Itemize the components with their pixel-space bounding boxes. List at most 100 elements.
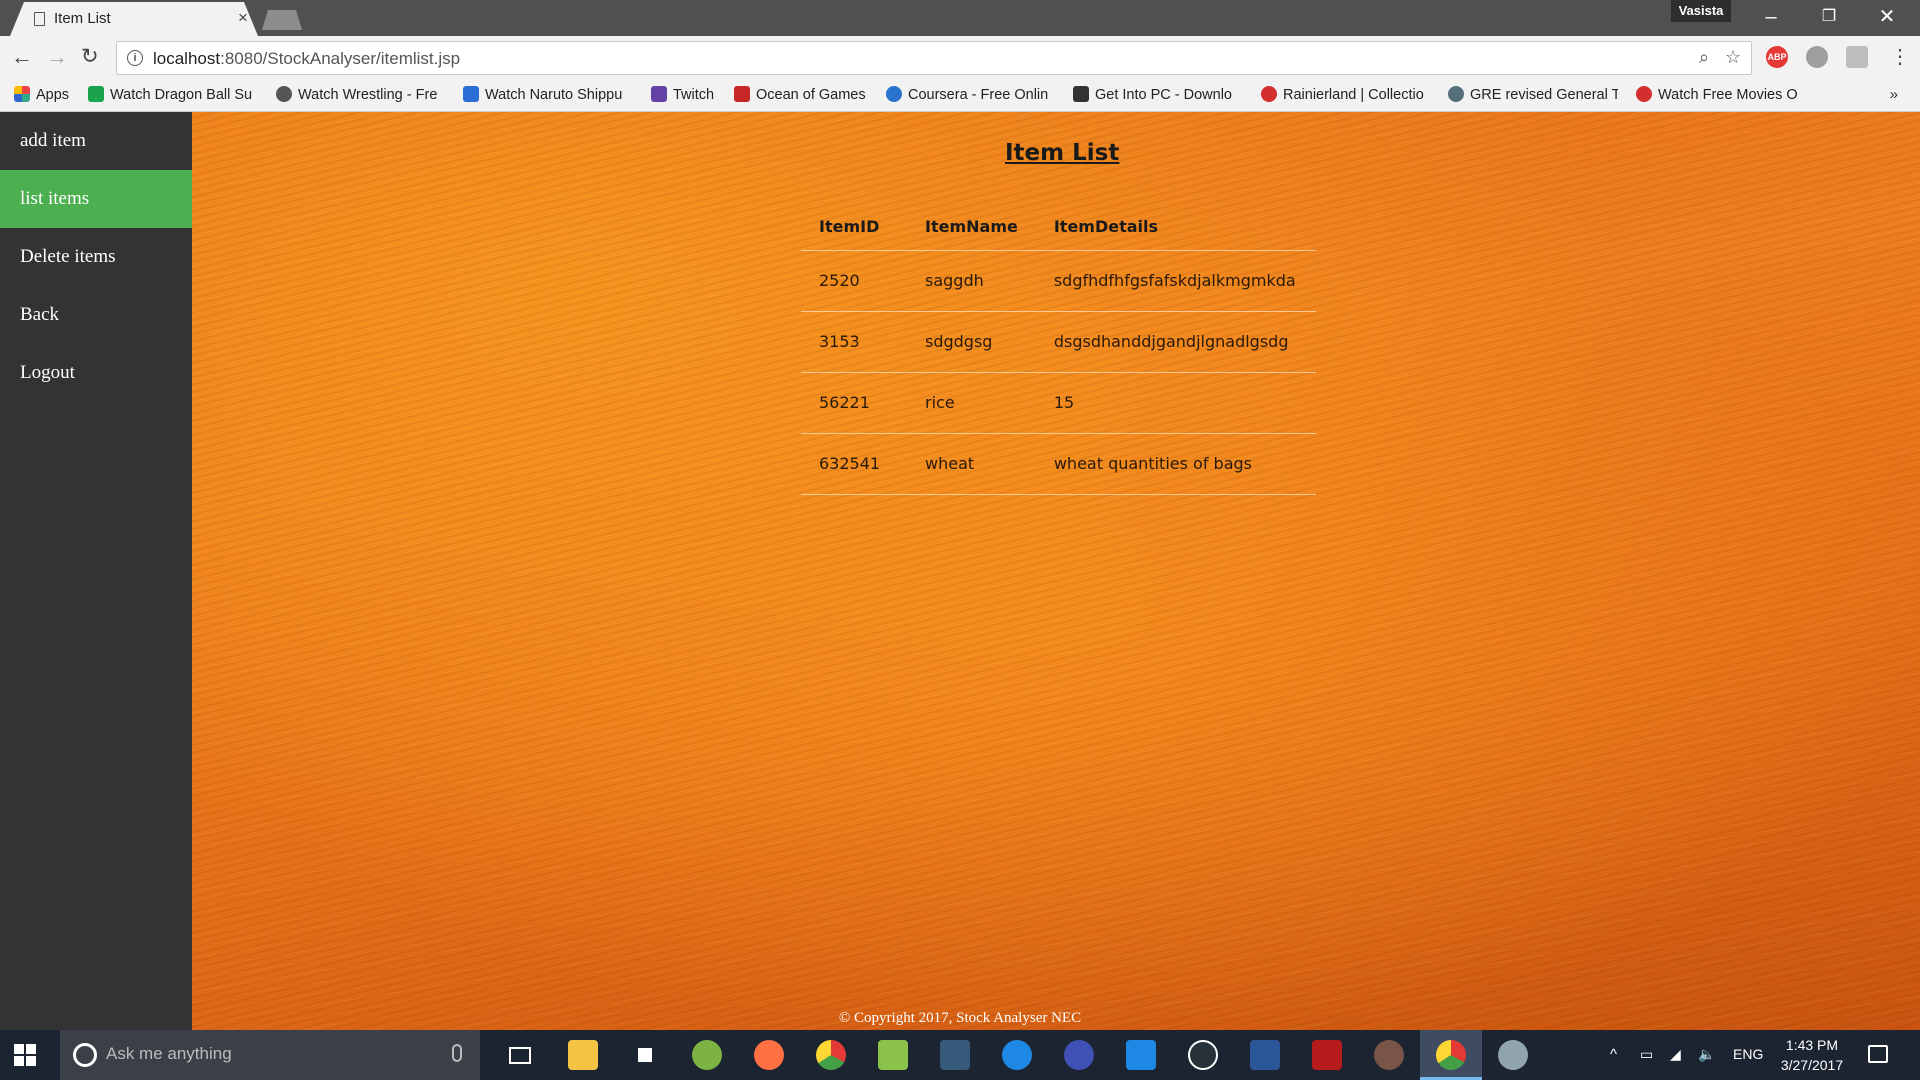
- profile-button[interactable]: Vasista: [1671, 0, 1731, 22]
- sidebar-item-add-item[interactable]: add item: [0, 112, 192, 170]
- search-placeholder: Ask me anything: [106, 1044, 232, 1063]
- item-name-cell: saggdh: [907, 250, 1036, 312]
- item-id-cell: 2520: [801, 250, 907, 312]
- more-bookmarks-icon[interactable]: »: [1890, 86, 1898, 103]
- column-header: ItemName: [907, 204, 1036, 251]
- bookmark-item[interactable]: Watch Free Movies O: [1636, 86, 1806, 106]
- zoom-icon[interactable]: ⌕: [1699, 47, 1709, 68]
- item-name-cell: rice: [907, 372, 1036, 434]
- browser-toolbar: ← → ↻ i localhost:8080/StockAnalyser/ite…: [0, 36, 1920, 80]
- acrobat-icon[interactable]: [1312, 1040, 1342, 1070]
- extension-icon[interactable]: [1806, 46, 1828, 68]
- site-icon: [88, 86, 104, 102]
- forward-icon[interactable]: →: [46, 44, 68, 70]
- store-icon[interactable]: [630, 1040, 660, 1070]
- android-studio-icon[interactable]: [692, 1040, 722, 1070]
- bookmark-item[interactable]: Watch Wrestling - Fre: [276, 86, 446, 106]
- wordpress-icon: [276, 86, 292, 102]
- table-row: 56221 rice 15: [801, 372, 1316, 434]
- adblock-icon[interactable]: ABP: [1766, 46, 1788, 68]
- battery-icon[interactable]: ▭: [1640, 1046, 1653, 1063]
- item-details-cell: sdgfhdfhfgsfafskdjalkmgmkda: [1035, 250, 1316, 312]
- edge-icon[interactable]: [1126, 1040, 1156, 1070]
- chrome-active-icon[interactable]: [1436, 1040, 1466, 1070]
- show-hidden-icons[interactable]: ^: [1610, 1046, 1617, 1063]
- taskbar-clock[interactable]: 1:43 PM 3/27/2017: [1777, 1035, 1847, 1075]
- table-row: 2520 saggdh sdgfhdfhfgsfafskdjalkmgmkda: [801, 250, 1316, 312]
- column-header: ItemID: [801, 204, 907, 251]
- bookmark-item[interactable]: Rainierland | Collectio: [1261, 86, 1431, 106]
- tab-title: Item List: [54, 10, 111, 27]
- coursera-icon: [886, 86, 902, 102]
- column-header: ItemDetails: [1035, 204, 1316, 251]
- bookmark-item[interactable]: Ocean of Games: [734, 86, 884, 106]
- site-icon: [1073, 86, 1089, 102]
- site-icon: [1636, 86, 1652, 102]
- minimize-icon[interactable]: –: [1742, 2, 1800, 32]
- table-header-row: ItemID ItemName ItemDetails: [801, 204, 1316, 251]
- site-icon: [463, 86, 479, 102]
- bookmark-item[interactable]: Coursera - Free Onlin: [886, 86, 1056, 106]
- info-icon[interactable]: i: [127, 50, 143, 66]
- bookmark-item[interactable]: Watch Dragon Ball Su: [88, 86, 260, 106]
- bookmark-item[interactable]: Get Into PC - Downlo: [1073, 86, 1243, 106]
- sidebar-item-back[interactable]: Back: [0, 286, 192, 344]
- volume-icon[interactable]: 🔈: [1698, 1046, 1715, 1063]
- windows-start-icon[interactable]: [14, 1044, 36, 1066]
- word-icon[interactable]: [1250, 1040, 1280, 1070]
- clock-date: 3/27/2017: [1780, 1057, 1844, 1073]
- url-text[interactable]: localhost:8080/StockAnalyser/itemlist.js…: [153, 49, 460, 69]
- bookmark-star-icon[interactable]: ☆: [1725, 47, 1741, 68]
- restore-icon[interactable]: ❐: [1800, 2, 1858, 32]
- network-icon[interactable]: ◢: [1670, 1046, 1681, 1063]
- action-center-icon[interactable]: [1868, 1045, 1888, 1063]
- sidebar-item-logout[interactable]: Logout: [0, 344, 192, 402]
- eclipse-icon[interactable]: [1064, 1040, 1094, 1070]
- internet-explorer-icon[interactable]: [1002, 1040, 1032, 1070]
- sidebar-item-list-items[interactable]: list items: [0, 170, 192, 228]
- bookmark-apps[interactable]: Apps: [14, 86, 74, 106]
- app-icon[interactable]: [1374, 1040, 1404, 1070]
- item-details-cell: wheat quantities of bags: [1035, 433, 1316, 495]
- close-tab-icon[interactable]: ×: [238, 8, 248, 28]
- new-tab-button[interactable]: [262, 10, 302, 30]
- item-id-cell: 632541: [801, 433, 907, 495]
- chrome-icon[interactable]: [816, 1040, 846, 1070]
- task-view-icon[interactable]: [509, 1047, 531, 1064]
- menu-icon[interactable]: ⋮: [1890, 44, 1910, 69]
- item-name-cell: wheat: [907, 433, 1036, 495]
- browser-tab[interactable]: Item List ×: [10, 2, 258, 36]
- language-indicator[interactable]: ENG: [1733, 1046, 1763, 1062]
- cortana-icon: [73, 1043, 97, 1067]
- app-icon[interactable]: [878, 1040, 908, 1070]
- taskbar-search[interactable]: Ask me anything: [60, 1030, 480, 1080]
- back-icon[interactable]: ←: [11, 44, 33, 70]
- table-row: 632541 wheat wheat quantities of bags: [801, 433, 1316, 495]
- paint-icon[interactable]: [1498, 1040, 1528, 1070]
- bookmark-item[interactable]: Watch Naruto Shippu: [463, 86, 633, 106]
- page-content: add item list items Delete items Back Lo…: [0, 112, 1920, 1030]
- firefox-icon[interactable]: [754, 1040, 784, 1070]
- site-icon: [1448, 86, 1464, 102]
- clock-time: 1:43 PM: [1785, 1037, 1839, 1053]
- bookmark-item[interactable]: Twitch: [651, 86, 733, 106]
- reload-icon[interactable]: ↻: [81, 44, 99, 69]
- address-bar[interactable]: i localhost:8080/StockAnalyser/itemlist.…: [116, 41, 1752, 75]
- page-icon: [34, 12, 45, 26]
- item-details-cell: 15: [1035, 372, 1316, 434]
- microphone-icon[interactable]: [452, 1044, 462, 1062]
- sidebar-item-delete-items[interactable]: Delete items: [0, 228, 192, 286]
- page-title: Item List: [1005, 140, 1120, 166]
- close-window-icon[interactable]: ✕: [1858, 2, 1916, 32]
- tab-strip: Item List × Vasista – ❐ ✕: [0, 0, 1920, 36]
- item-table: ItemID ItemName ItemDetails 2520 saggdh …: [801, 204, 1316, 495]
- app-icon[interactable]: [940, 1040, 970, 1070]
- bookmark-item[interactable]: GRE revised General T: [1448, 86, 1618, 106]
- pdf-extension-icon[interactable]: [1846, 46, 1868, 68]
- footer-copyright: © Copyright 2017, Stock Analyser NEC: [838, 1010, 1082, 1026]
- file-explorer-icon[interactable]: [568, 1040, 598, 1070]
- taskbar: Ask me anything ^ ▭ ◢ 🔈 ENG 1:43 PM 3/27…: [0, 1030, 1920, 1080]
- apps-icon: [14, 86, 30, 102]
- steam-icon[interactable]: [1188, 1040, 1218, 1070]
- twitch-icon: [651, 86, 667, 102]
